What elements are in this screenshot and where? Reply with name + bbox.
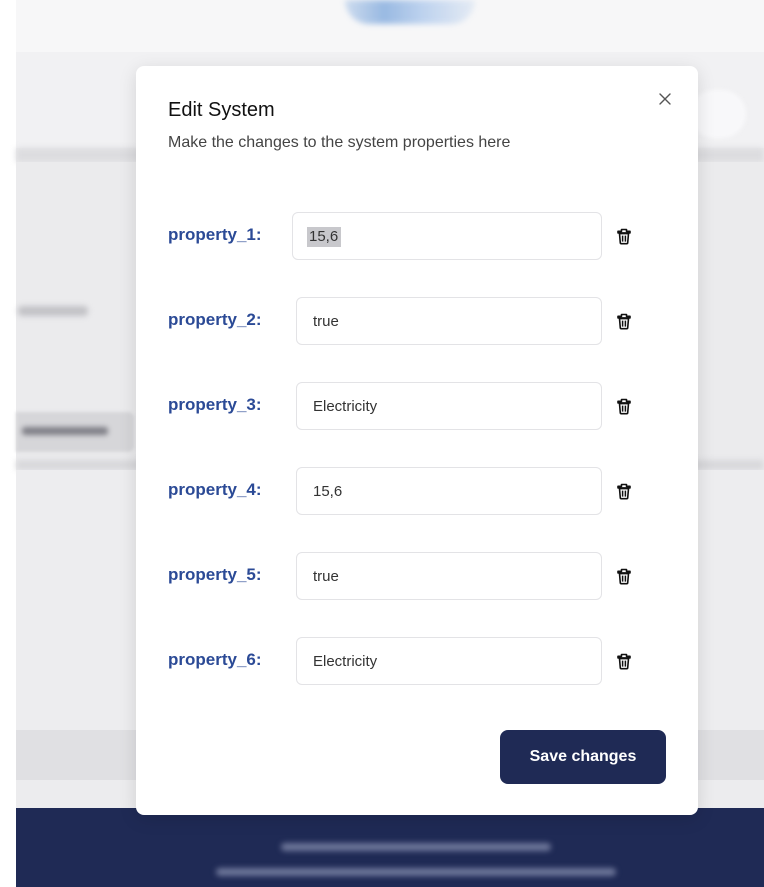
property-label: property_2: <box>168 310 262 329</box>
dialog-title: Edit System <box>168 99 275 121</box>
trash-icon <box>617 568 631 585</box>
trash-icon <box>617 398 631 415</box>
property-value-input[interactable] <box>296 297 602 345</box>
system-card-text <box>18 306 88 316</box>
page-gutter <box>0 0 16 887</box>
property-value-input[interactable] <box>296 637 602 685</box>
property-label: property_4: <box>168 480 262 499</box>
delete-property-button[interactable] <box>614 396 634 416</box>
trash-icon <box>617 653 631 670</box>
edit-system-dialog: Edit System Make the changes to the syst… <box>136 66 698 815</box>
property-row-2: property_2: <box>168 297 648 347</box>
property-row-1: property_1: <box>168 212 648 262</box>
property-value-input[interactable] <box>292 212 602 260</box>
footer-line <box>281 843 551 851</box>
delete-property-button[interactable] <box>614 651 634 671</box>
property-label: property_5: <box>168 565 262 584</box>
property-row-5: property_5: <box>168 552 648 602</box>
dialog-subtitle: Make the changes to the system propertie… <box>168 134 511 151</box>
close-button[interactable] <box>654 88 676 110</box>
property-label: property_1: <box>168 225 262 244</box>
save-changes-button[interactable]: Save changes <box>500 730 666 784</box>
property-label: property_3: <box>168 395 262 414</box>
trash-icon <box>617 313 631 330</box>
header-avatar <box>690 90 746 138</box>
property-row-4: property_4: <box>168 467 648 517</box>
footer-line <box>216 868 616 876</box>
delete-property-button[interactable] <box>614 566 634 586</box>
property-value-input[interactable] <box>296 552 602 600</box>
property-row-6: property_6: <box>168 637 648 687</box>
trash-icon <box>617 483 631 500</box>
property-value-input[interactable] <box>296 467 602 515</box>
page-footer <box>16 808 764 887</box>
delete-property-button[interactable] <box>614 311 634 331</box>
delete-property-button[interactable] <box>614 226 634 246</box>
delete-property-button[interactable] <box>614 481 634 501</box>
close-icon <box>659 93 671 105</box>
see-more-button <box>16 412 134 452</box>
property-label: property_6: <box>168 650 262 669</box>
app-logo <box>345 0 475 24</box>
property-value-input[interactable] <box>296 382 602 430</box>
property-row-3: property_3: <box>168 382 648 432</box>
trash-icon <box>617 228 631 245</box>
